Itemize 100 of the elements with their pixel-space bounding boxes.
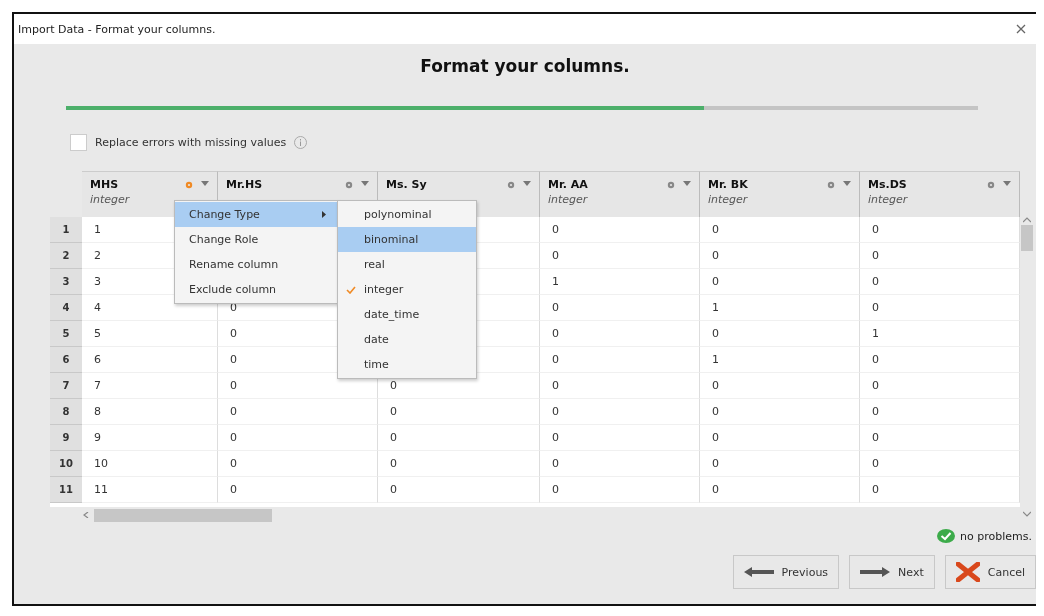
table-cell: 0 [700, 269, 860, 295]
table-cell: 0 [378, 425, 540, 451]
cross-icon [955, 562, 980, 582]
menu-item[interactable]: binominal [338, 227, 476, 252]
column-name: Mr.HS [226, 178, 263, 191]
table-cell: 0 [700, 451, 860, 477]
table-cell: 0 [700, 217, 860, 243]
table-cell: 0 [700, 399, 860, 425]
row-number: 7 [50, 373, 82, 399]
gear-icon[interactable] [987, 181, 995, 189]
caret-icon[interactable] [201, 181, 209, 186]
table-cell: 1 [700, 295, 860, 321]
table-cell: 0 [860, 217, 1020, 243]
scroll-left-icon[interactable] [82, 512, 90, 518]
checkbox[interactable] [70, 134, 87, 151]
gear-icon[interactable] [507, 181, 515, 189]
scroll-thumb[interactable] [94, 508, 272, 522]
table-cell: 0 [378, 451, 540, 477]
table-cell: 7 [82, 373, 218, 399]
row-number: 11 [50, 477, 82, 503]
vertical-scrollbar[interactable] [1020, 217, 1034, 517]
column-name: MHS [90, 178, 120, 191]
window-title: Import Data - Format your columns. [18, 22, 216, 36]
row-number: 2 [50, 243, 82, 269]
table-cell: 0 [540, 217, 700, 243]
caret-icon[interactable] [1003, 181, 1011, 186]
column-type: integer [868, 193, 908, 206]
table-cell: 5 [82, 321, 218, 347]
table-cell: 0 [860, 425, 1020, 451]
table-cell: 8 [82, 399, 218, 425]
table-cell: 0 [860, 399, 1020, 425]
caret-icon[interactable] [523, 181, 531, 186]
table-cell: 0 [540, 399, 700, 425]
gear-icon[interactable] [345, 181, 353, 189]
column-name: Ms. Sy [386, 178, 427, 191]
row-number: 8 [50, 399, 82, 425]
column-name: Ms.DS [868, 178, 908, 191]
caret-icon[interactable] [843, 181, 851, 186]
menu-item[interactable]: polynominal [338, 202, 476, 227]
gear-icon[interactable] [667, 181, 675, 189]
table-cell: 10 [82, 451, 218, 477]
close-icon[interactable] [1016, 24, 1026, 34]
arrow-right-icon [860, 567, 891, 577]
table-cell: 1 [860, 321, 1020, 347]
gear-icon[interactable] [185, 181, 193, 189]
cancel-button[interactable]: Cancel [944, 555, 1036, 589]
table-cell: 0 [540, 451, 700, 477]
table-cell: 0 [218, 425, 378, 451]
table-cell: 0 [218, 477, 378, 503]
table-cell: 0 [860, 243, 1020, 269]
table-cell: 0 [540, 243, 700, 269]
row-number: 9 [50, 425, 82, 451]
table-cell: 0 [700, 243, 860, 269]
table-cell: 1 [540, 269, 700, 295]
column-name: Mr. AA [548, 178, 588, 191]
table-cell: 0 [860, 373, 1020, 399]
table-cell: 0 [540, 347, 700, 373]
caret-icon[interactable] [683, 181, 691, 186]
table-cell: 0 [860, 269, 1020, 295]
table-cell: 0 [540, 477, 700, 503]
menu-item[interactable]: Change Type [175, 202, 338, 227]
checkmark-icon [346, 285, 356, 294]
step-heading: Format your columns. [419, 56, 631, 76]
menu-item[interactable]: real [338, 252, 476, 277]
scroll-thumb[interactable] [1021, 225, 1033, 251]
caret-icon[interactable] [361, 181, 369, 186]
arrow-left-icon [743, 567, 774, 577]
table-cell: 0 [700, 321, 860, 347]
row-number: 6 [50, 347, 82, 373]
table-cell: 11 [82, 477, 218, 503]
table-cell: 0 [218, 399, 378, 425]
table-cell: 9 [82, 425, 218, 451]
table-cell: 0 [378, 477, 540, 503]
checkbox-label: Replace errors with missing values [95, 136, 287, 149]
row-number: 4 [50, 295, 82, 321]
table-cell: 1 [700, 347, 860, 373]
table-cell: 0 [700, 373, 860, 399]
table-cell: 0 [218, 451, 378, 477]
previous-button[interactable]: Previous [732, 555, 840, 589]
scroll-down-icon[interactable] [1023, 511, 1031, 517]
column-type: integer [90, 193, 130, 206]
table-cell: 0 [700, 425, 860, 451]
table-cell: 0 [700, 477, 860, 503]
table-cell: 0 [540, 373, 700, 399]
row-number: 5 [50, 321, 82, 347]
column-type: integer [708, 193, 748, 206]
next-button[interactable]: Next [849, 555, 935, 589]
table-cell: 0 [860, 477, 1020, 503]
status-text: no problems. [960, 529, 1032, 543]
column-name: Mr. BK [708, 178, 748, 191]
table-cell: 0 [540, 295, 700, 321]
table-cell: 0 [378, 399, 540, 425]
gear-icon[interactable] [827, 181, 835, 189]
table-cell: 0 [860, 295, 1020, 321]
row-number: 10 [50, 451, 82, 477]
table-cell: 0 [860, 451, 1020, 477]
scroll-up-icon[interactable] [1023, 217, 1031, 223]
row-number: 1 [50, 217, 82, 243]
row-number: 3 [50, 269, 82, 295]
table-cell: 6 [82, 347, 218, 373]
